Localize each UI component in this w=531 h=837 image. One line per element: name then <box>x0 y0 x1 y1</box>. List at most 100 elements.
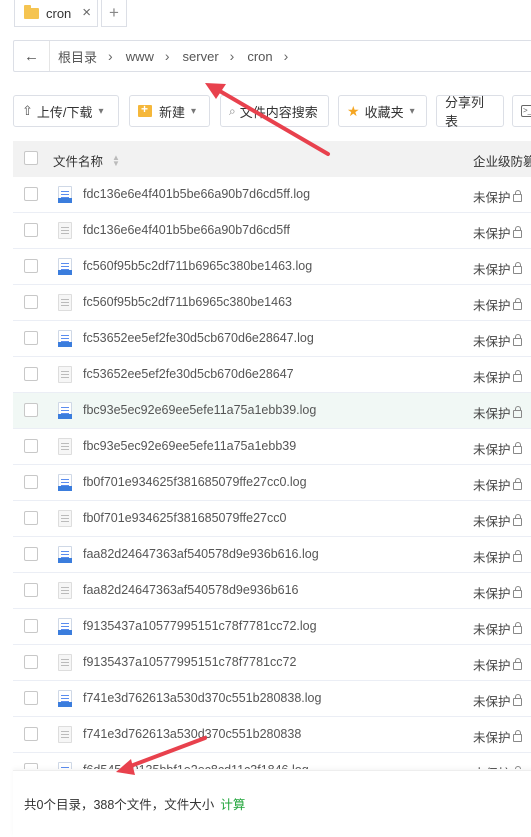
content-search-button[interactable]: ⌕ 文件内容搜索 <box>220 95 329 127</box>
protect-status[interactable]: 未保护 <box>473 763 522 769</box>
add-tab-button[interactable]: + <box>101 0 127 27</box>
file-name[interactable]: faa82d24647363af540578d9e936b616 <box>83 583 299 597</box>
file-name[interactable]: fc53652ee5ef2fe30d5cb670d6e28647.log <box>83 331 314 345</box>
log-file-icon <box>58 186 72 203</box>
breadcrumb-www[interactable]: www › <box>126 48 183 64</box>
protect-status-label: 未保护 <box>473 335 511 349</box>
table-row[interactable]: f741e3d762613a530d370c551b280838 未保护 <box>13 717 531 753</box>
row-checkbox[interactable] <box>24 619 38 633</box>
protect-status[interactable]: 未保护 <box>473 727 522 746</box>
table-row[interactable]: faa82d24647363af540578d9e936b616 未保护 <box>13 573 531 609</box>
row-checkbox[interactable] <box>24 403 38 417</box>
file-name[interactable]: fc560f95b5c2df711b6965c380be1463 <box>83 295 292 309</box>
upload-download-button[interactable]: ⇧ 上传/下载 ▾ <box>13 95 119 127</box>
table-row[interactable]: faa82d24647363af540578d9e936b616.log 未保护 <box>13 537 531 573</box>
row-checkbox[interactable] <box>24 187 38 201</box>
search-icon: ⌕ <box>229 103 236 118</box>
tab-cron[interactable]: cron × <box>14 0 98 27</box>
breadcrumb-cron[interactable]: cron › <box>247 48 301 64</box>
share-list-button[interactable]: 分享列表 <box>436 95 504 129</box>
protect-status[interactable]: 未保护 <box>473 367 522 386</box>
file-name[interactable]: f9135437a10577995151c78f7781cc72.log <box>83 619 317 633</box>
breadcrumb-label: 根目录 <box>58 49 98 65</box>
file-name[interactable]: fb0f701e934625f381685079ffe27cc0 <box>83 511 286 525</box>
file-icon <box>58 726 72 743</box>
favorites-button[interactable]: ★ 收藏夹 ▾ <box>338 95 427 127</box>
file-name[interactable]: fbc93e5ec92e69ee5efe11a75a1ebb39.log <box>83 403 316 417</box>
row-checkbox[interactable] <box>24 367 38 381</box>
table-row[interactable]: fb0f701e934625f381685079ffe27cc0 未保护 <box>13 501 531 537</box>
file-name[interactable]: fb0f701e934625f381685079ffe27cc0.log <box>83 475 307 489</box>
protect-status[interactable]: 未保护 <box>473 475 522 494</box>
row-checkbox[interactable] <box>24 763 38 769</box>
breadcrumb-root[interactable]: 根目录 › <box>58 47 126 66</box>
table-row[interactable]: f9135437a10577995151c78f7781cc72.log 未保护 <box>13 609 531 645</box>
protect-status[interactable]: 未保护 <box>473 691 522 710</box>
file-name[interactable]: fdc136e6e4f401b5be66a90b7d6cd5ff.log <box>83 187 310 201</box>
protect-status[interactable]: 未保护 <box>473 439 522 458</box>
file-name[interactable]: f741e3d762613a530d370c551b280838.log <box>83 691 321 705</box>
terminal-button[interactable]: >_ <box>512 95 531 127</box>
file-name[interactable]: fc53652ee5ef2fe30d5cb670d6e28647 <box>83 367 294 381</box>
breadcrumb-server[interactable]: server › <box>183 48 248 64</box>
column-header-name[interactable]: 文件名称 ▲ ▼ <box>53 151 120 170</box>
calculate-size-link[interactable]: 计算 <box>220 798 245 812</box>
file-name[interactable]: f9135437a10577995151c78f7781cc72 <box>83 655 296 669</box>
row-checkbox[interactable] <box>24 295 38 309</box>
protect-status[interactable]: 未保护 <box>473 187 522 206</box>
breadcrumb-label: server <box>182 48 219 64</box>
protect-status-label: 未保护 <box>473 551 511 565</box>
row-checkbox[interactable] <box>24 331 38 345</box>
file-name[interactable]: faa82d24647363af540578d9e936b616.log <box>83 547 319 561</box>
protect-status[interactable]: 未保护 <box>473 259 522 278</box>
sort-icon[interactable]: ▲ ▼ <box>112 153 120 167</box>
row-checkbox[interactable] <box>24 223 38 237</box>
protect-status[interactable]: 未保护 <box>473 403 522 422</box>
lock-icon <box>512 190 522 202</box>
table-row[interactable]: f741e3d762613a530d370c551b280838.log 未保护 <box>13 681 531 717</box>
protect-status[interactable]: 未保护 <box>473 655 522 674</box>
row-checkbox[interactable] <box>24 439 38 453</box>
table-row[interactable]: fb0f701e934625f381685079ffe27cc0.log 未保护 <box>13 465 531 501</box>
table-row[interactable]: fbc93e5ec92e69ee5efe11a75a1ebb39.log 未保护 <box>13 393 531 429</box>
table-row[interactable]: fdc136e6e4f401b5be66a90b7d6cd5ff 未保护 <box>13 213 531 249</box>
protect-status[interactable]: 未保护 <box>473 511 522 530</box>
row-checkbox[interactable] <box>24 547 38 561</box>
tab-label: cron <box>46 5 72 21</box>
lock-icon <box>512 406 522 418</box>
protect-status[interactable]: 未保护 <box>473 223 522 242</box>
table-row[interactable]: f6d545...9135bbf1e2ec8cd11c3f1846.log 未保护 <box>13 753 531 769</box>
back-arrow-icon[interactable]: ← <box>14 41 50 71</box>
table-row[interactable]: fc53652ee5ef2fe30d5cb670d6e28647.log 未保护 <box>13 321 531 357</box>
table-row[interactable]: fbc93e5ec92e69ee5efe11a75a1ebb39 未保护 <box>13 429 531 465</box>
row-checkbox[interactable] <box>24 655 38 669</box>
file-name[interactable]: fc560f95b5c2df711b6965c380be1463.log <box>83 259 312 273</box>
log-file-icon <box>58 618 72 635</box>
protect-status[interactable]: 未保护 <box>473 619 522 638</box>
protect-status[interactable]: 未保护 <box>473 583 522 602</box>
file-icon <box>58 222 72 239</box>
row-checkbox[interactable] <box>24 691 38 705</box>
file-name[interactable]: f741e3d762613a530d370c551b280838 <box>83 727 301 741</box>
protect-status[interactable]: 未保护 <box>473 547 522 566</box>
protect-status[interactable]: 未保护 <box>473 331 522 350</box>
row-checkbox[interactable] <box>24 511 38 525</box>
row-checkbox[interactable] <box>24 259 38 273</box>
file-name[interactable]: f6d545...9135bbf1e2ec8cd11c3f1846.log <box>83 763 309 769</box>
log-file-icon <box>58 258 72 275</box>
table-row[interactable]: f9135437a10577995151c78f7781cc72 未保护 <box>13 645 531 681</box>
row-checkbox[interactable] <box>24 727 38 741</box>
file-icon <box>58 582 72 599</box>
close-tab-icon[interactable]: × <box>82 5 91 21</box>
new-button[interactable]: 新建 ▾ <box>129 95 210 127</box>
table-row[interactable]: fc53652ee5ef2fe30d5cb670d6e28647 未保护 <box>13 357 531 393</box>
row-checkbox[interactable] <box>24 475 38 489</box>
protect-status[interactable]: 未保护 <box>473 295 522 314</box>
select-all-checkbox[interactable] <box>24 151 38 165</box>
table-row[interactable]: fc560f95b5c2df711b6965c380be1463 未保护 <box>13 285 531 321</box>
table-row[interactable]: fc560f95b5c2df711b6965c380be1463.log 未保护 <box>13 249 531 285</box>
row-checkbox[interactable] <box>24 583 38 597</box>
table-row[interactable]: fdc136e6e4f401b5be66a90b7d6cd5ff.log 未保护 <box>13 177 531 213</box>
file-name[interactable]: fdc136e6e4f401b5be66a90b7d6cd5ff <box>83 223 290 237</box>
file-name[interactable]: fbc93e5ec92e69ee5efe11a75a1ebb39 <box>83 439 296 453</box>
